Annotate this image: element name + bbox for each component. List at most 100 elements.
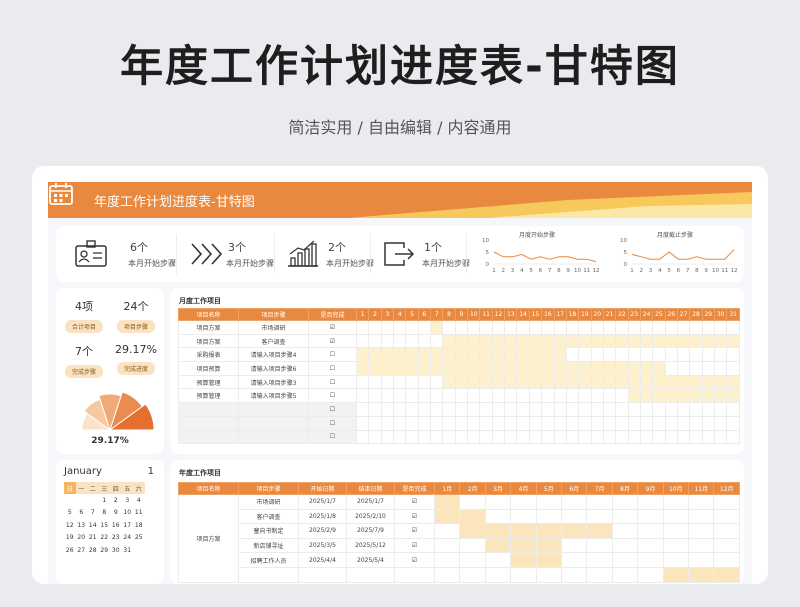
project-step[interactable]: 招聘工作人员 — [238, 552, 299, 568]
start-date[interactable]: 2025/2/9 — [298, 523, 347, 539]
calendar-date[interactable]: 30 — [110, 544, 122, 557]
month-header: 9月 — [637, 482, 664, 495]
calendar-date[interactable]: 18 — [133, 519, 145, 532]
project-step[interactable]: 客户调查 — [238, 508, 299, 525]
project-name[interactable]: 项目方案 — [178, 333, 239, 349]
calendar-date[interactable] — [76, 494, 88, 507]
calendar-date[interactable]: 22 — [99, 532, 111, 545]
calendar-date[interactable]: 31 — [122, 544, 134, 557]
gantt-cell — [368, 429, 382, 445]
end-date[interactable]: 2025/5/12 — [346, 537, 395, 554]
calendar-date[interactable]: 7 — [87, 507, 99, 520]
project-name[interactable] — [178, 402, 239, 417]
calendar-date[interactable]: 5 — [64, 507, 76, 520]
project-step[interactable]: 请输入项目步骤4 — [238, 347, 309, 363]
start-date[interactable]: 2025/1/8 — [298, 508, 347, 525]
done-checkbox[interactable]: ☑ — [394, 552, 435, 568]
calendar-date[interactable]: 23 — [110, 532, 122, 545]
project-step[interactable]: 请输入项目步骤6 — [238, 361, 309, 376]
gantt-cell — [491, 402, 506, 417]
done-checkbox[interactable]: ☑ — [308, 333, 357, 349]
project-step[interactable]: 塞向书制定 — [238, 523, 299, 539]
calendar-date[interactable]: 20 — [76, 532, 88, 545]
project-step[interactable]: 请输入项目步骤5 — [238, 388, 309, 404]
project-step[interactable]: 市场调研 — [238, 320, 309, 335]
project-step[interactable] — [238, 402, 309, 417]
project-name[interactable]: 采购报表 — [178, 347, 239, 363]
end-date[interactable]: 2025/7/9 — [346, 523, 395, 539]
calendar-date[interactable] — [64, 494, 76, 507]
start-date[interactable] — [298, 566, 347, 583]
end-date[interactable]: 2025/2/10 — [346, 508, 395, 525]
project-name[interactable]: 预算管理 — [178, 388, 239, 404]
done-checkbox[interactable]: ☐ — [308, 361, 357, 376]
done-checkbox[interactable] — [394, 566, 435, 583]
calendar-date[interactable]: 3 — [122, 494, 134, 507]
calendar-date[interactable]: 10 — [122, 507, 134, 520]
calendar-date[interactable]: 4 — [133, 494, 145, 507]
calendar-date[interactable]: 11 — [133, 507, 145, 520]
done-checkbox[interactable]: ☑ — [394, 523, 435, 539]
calendar-date[interactable]: 25 — [133, 532, 145, 545]
gantt-cell — [442, 388, 456, 404]
end-date[interactable]: 2025/5/4 — [346, 552, 395, 568]
calendar-date[interactable]: 9 — [110, 507, 122, 520]
gantt-cell — [676, 320, 691, 335]
project-step[interactable] — [238, 566, 299, 583]
project-name[interactable]: 项目方案 — [178, 320, 239, 335]
done-checkbox[interactable]: ☐ — [308, 347, 357, 363]
done-checkbox[interactable]: ☑ — [308, 320, 357, 335]
done-checkbox[interactable]: ☑ — [394, 494, 435, 510]
calendar-date[interactable]: 13 — [76, 519, 88, 532]
calendar-date[interactable]: 12 — [64, 519, 76, 532]
project-step[interactable] — [238, 415, 309, 431]
done-checkbox[interactable]: ☑ — [394, 508, 435, 525]
project-step[interactable] — [238, 429, 309, 445]
x-tick-label: 1 — [492, 268, 496, 274]
project-name[interactable]: 预算管理 — [178, 374, 239, 390]
gantt-cell — [433, 537, 461, 554]
month-header: 10月 — [662, 482, 690, 495]
calendar-date[interactable]: 26 — [64, 544, 76, 557]
calendar-date[interactable]: 28 — [87, 544, 99, 557]
project-name[interactable]: 项目预算 — [178, 361, 239, 376]
calendar-date[interactable]: 15 — [99, 519, 111, 532]
calendar-date[interactable]: 27 — [76, 544, 88, 557]
table-row: ☐ — [178, 415, 740, 431]
done-checkbox[interactable]: ☐ — [308, 402, 357, 417]
calendar-date[interactable]: 8 — [99, 507, 111, 520]
start-date[interactable]: 2025/3/5 — [298, 537, 347, 554]
project-name[interactable] — [178, 429, 239, 445]
done-checkbox[interactable]: ☐ — [308, 429, 357, 445]
calendar-date[interactable] — [87, 494, 99, 507]
gantt-cell — [615, 415, 629, 431]
end-date[interactable]: 2025/1/7 — [346, 494, 395, 510]
project-group[interactable]: 项目方案 — [178, 494, 239, 583]
done-checkbox[interactable]: ☐ — [308, 388, 357, 404]
calendar-date[interactable]: 6 — [76, 507, 88, 520]
calendar-date[interactable] — [133, 544, 145, 557]
calendar-date[interactable]: 14 — [87, 519, 99, 532]
project-step[interactable]: 客户调查 — [238, 333, 309, 349]
gantt-cell — [417, 388, 432, 404]
calendar-date[interactable]: 16 — [110, 519, 122, 532]
project-step[interactable]: 新店铺寻址 — [238, 537, 299, 554]
end-date[interactable] — [346, 566, 395, 583]
calendar-date[interactable]: 29 — [99, 544, 111, 557]
done-checkbox[interactable]: ☐ — [308, 415, 357, 431]
project-name[interactable] — [178, 415, 239, 431]
calendar-date[interactable]: 1 — [99, 494, 111, 507]
done-checkbox[interactable]: ☐ — [308, 374, 357, 390]
project-step[interactable]: 请输入项目步骤3 — [238, 374, 309, 390]
calendar-date[interactable]: 2 — [110, 494, 122, 507]
start-date[interactable]: 2025/1/7 — [298, 494, 347, 510]
gantt-bar-cell — [467, 347, 481, 363]
start-date[interactable]: 2025/4/4 — [298, 552, 347, 568]
calendar-date[interactable]: 17 — [122, 519, 134, 532]
calendar-date[interactable]: 21 — [87, 532, 99, 545]
calendar-date[interactable]: 24 — [122, 532, 134, 545]
calendar-date[interactable]: 19 — [64, 532, 76, 545]
gantt-bar-cell — [701, 374, 715, 390]
done-checkbox[interactable]: ☑ — [394, 537, 435, 554]
project-step[interactable]: 市场调研 — [238, 494, 299, 510]
